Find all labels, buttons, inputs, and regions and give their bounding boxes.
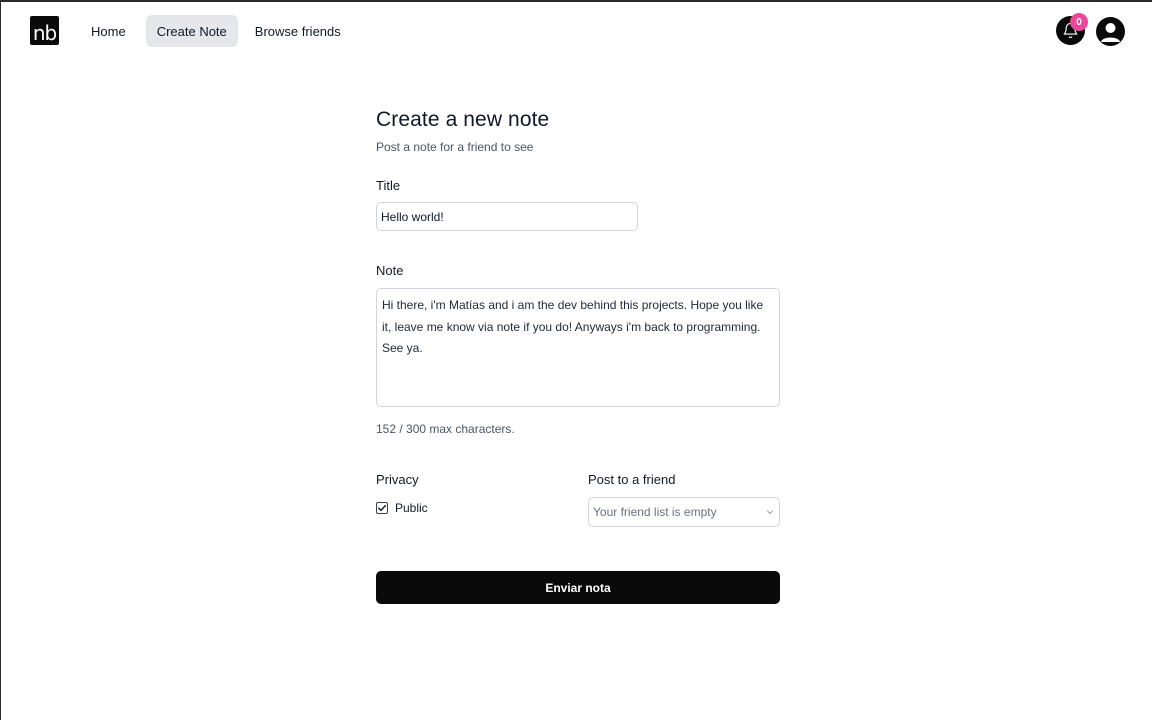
title-label: Title <box>376 178 401 193</box>
top-navbar: nb Home Create Note Browse friends 0 <box>1 2 1152 62</box>
page-subtitle: Post a note for a friend to see <box>376 140 534 154</box>
friend-select-value: Your friend list is empty <box>593 505 717 519</box>
post-to-friend-label: Post to a friend <box>588 472 676 487</box>
user-avatar-button[interactable] <box>1096 17 1125 46</box>
checkmark-icon <box>378 504 386 512</box>
notification-count-badge: 0 <box>1070 13 1088 31</box>
friend-select[interactable]: Your friend list is empty <box>588 497 780 527</box>
nav-create-note-link[interactable]: Create Note <box>145 15 238 47</box>
public-checkbox[interactable] <box>376 502 388 514</box>
note-label: Note <box>376 263 404 278</box>
page-title: Create a new note <box>376 108 550 131</box>
nav-browse-friends-link[interactable]: Browse friends <box>244 15 352 47</box>
main-nav: Home Create Note Browse friends <box>77 15 352 47</box>
user-icon <box>1100 23 1121 42</box>
title-input[interactable] <box>376 202 638 231</box>
app-logo[interactable]: nb <box>30 16 59 45</box>
chevron-down-icon <box>767 510 773 515</box>
public-checkbox-row: Public <box>376 501 428 515</box>
nav-home-link[interactable]: Home <box>77 15 140 47</box>
privacy-label: Privacy <box>376 472 419 487</box>
public-checkbox-label[interactable]: Public <box>395 501 428 515</box>
note-textarea[interactable]: Hi there, i'm Matías and i am the dev be… <box>376 288 780 407</box>
submit-note-button[interactable]: Enviar nota <box>376 571 780 604</box>
character-counter: 152 / 300 max characters. <box>376 422 515 436</box>
